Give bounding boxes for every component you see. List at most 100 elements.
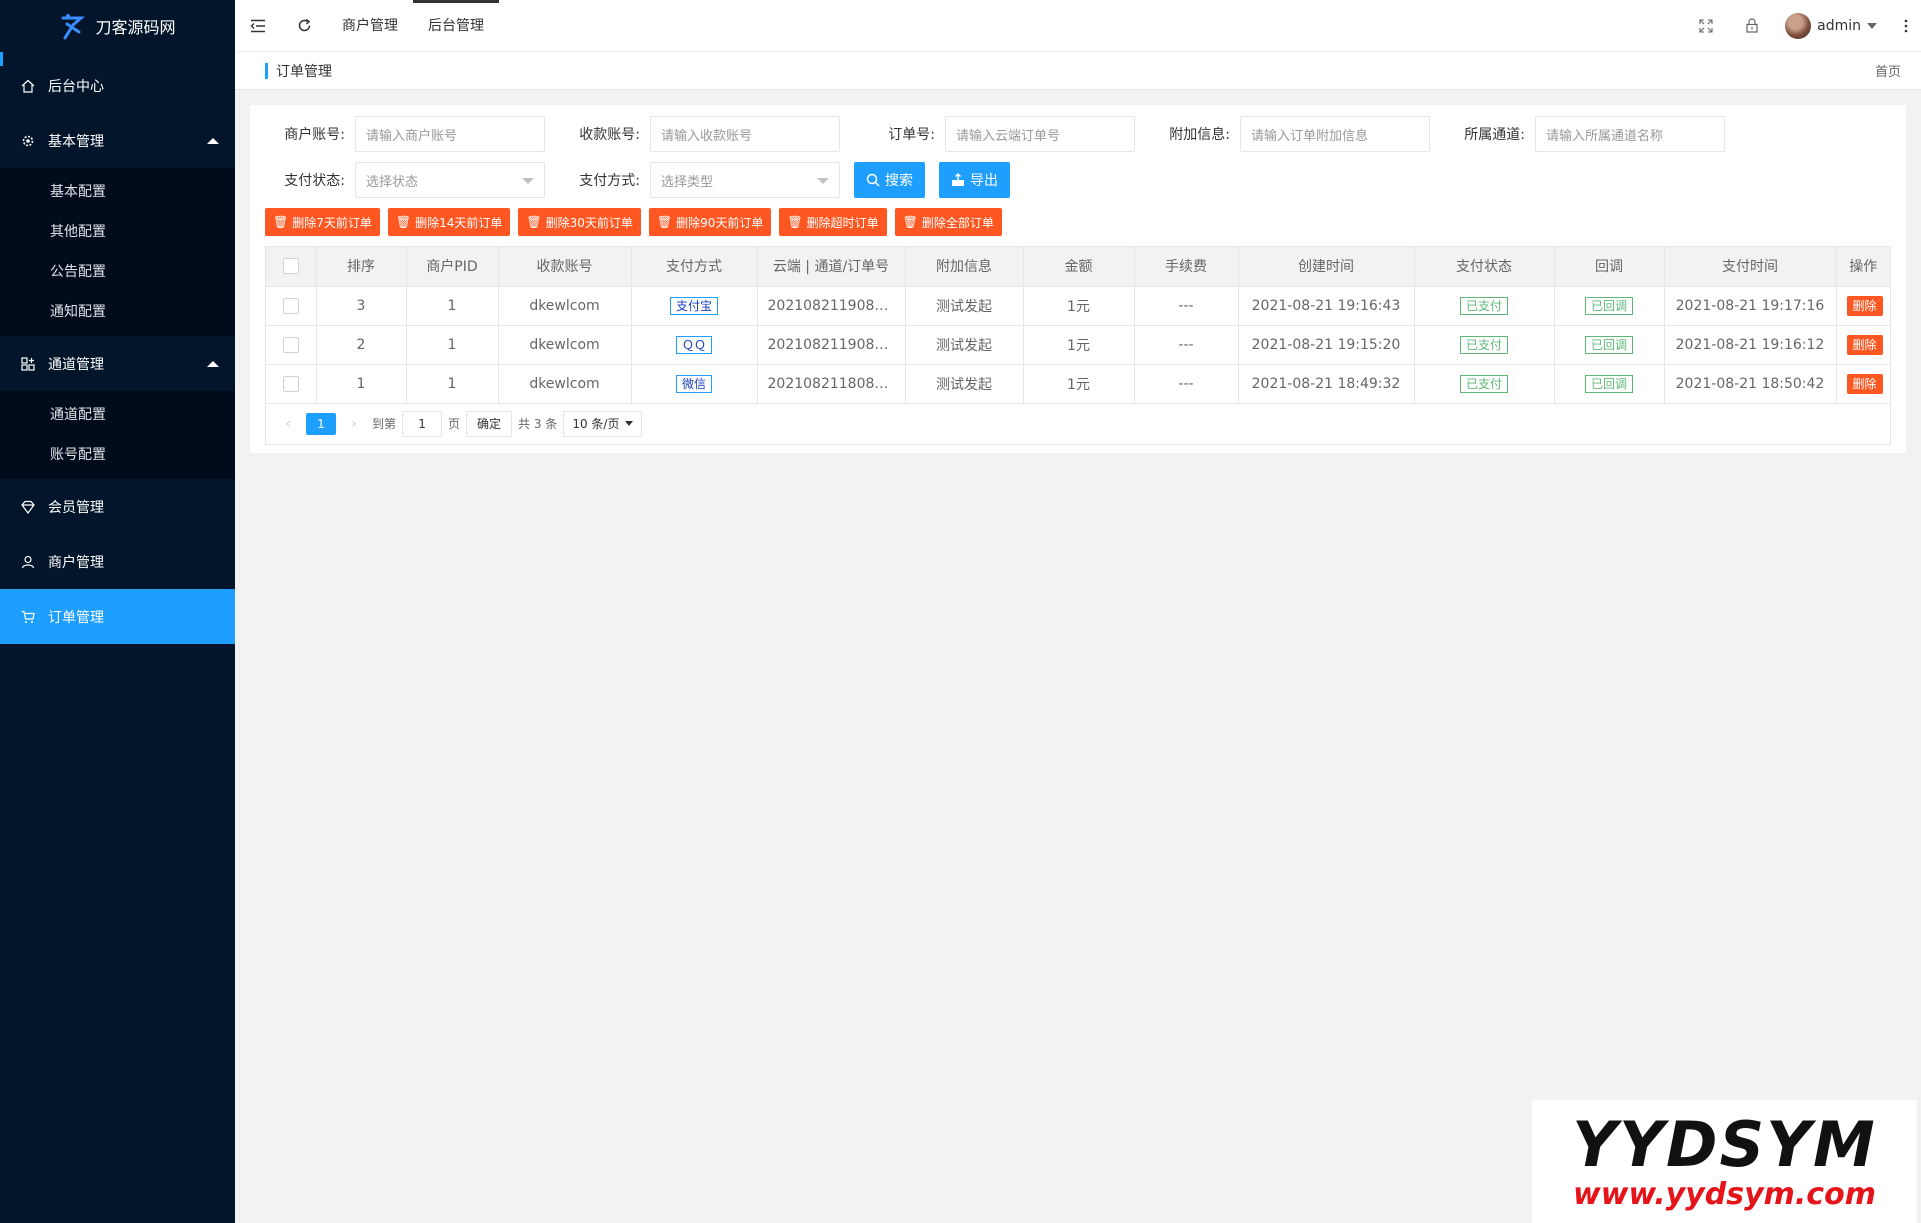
chevron-up-icon bbox=[207, 360, 219, 367]
column-header[interactable]: 商户PID bbox=[406, 247, 499, 287]
callback-badge: 已回调 bbox=[1584, 296, 1633, 315]
goto-confirm-button[interactable]: 确定 bbox=[466, 410, 513, 437]
sidebar-subitem-channel-config[interactable]: 通道配置 bbox=[0, 395, 235, 435]
prev-page-icon[interactable]: ‹ bbox=[276, 412, 300, 436]
status-badge: 已支付 bbox=[1459, 374, 1508, 393]
delete-row-button[interactable]: 删除 bbox=[1846, 295, 1883, 316]
table-row: 2 1 dkewlcom ＱＱ 2021082119082… 测试发起 1元 -… bbox=[266, 325, 1890, 365]
refresh-icon[interactable] bbox=[281, 0, 327, 52]
cell-amount: 1元 bbox=[1023, 325, 1135, 365]
sidebar-item-channel[interactable]: 通道管理 bbox=[0, 336, 235, 391]
select-all-checkbox[interactable] bbox=[282, 258, 299, 275]
column-header[interactable]: 支付时间 bbox=[1664, 247, 1837, 287]
column-header[interactable]: 回调 bbox=[1554, 247, 1665, 287]
breadcrumb-home-link[interactable]: 首页 bbox=[1875, 61, 1901, 80]
row-select-cell[interactable] bbox=[266, 286, 317, 326]
app-logo[interactable]: 刀客源码网 bbox=[0, 0, 235, 52]
pagination: ‹ 1 › 到第 1 页 确定 共 3 条 10 条/页 bbox=[266, 404, 1890, 444]
tab-merchant[interactable]: 商户管理 bbox=[327, 0, 413, 52]
more-icon[interactable] bbox=[1891, 0, 1921, 52]
cell-extra: 测试发起 bbox=[905, 325, 1024, 365]
select-all-cell[interactable] bbox=[266, 247, 317, 287]
order-no-input[interactable]: 请输入云端订单号 bbox=[945, 116, 1135, 152]
cell-account: dkewlcom bbox=[498, 286, 632, 326]
delete-30-days-button[interactable]: 🗑 删除30天前订单 bbox=[518, 208, 641, 236]
current-page[interactable]: 1 bbox=[306, 412, 336, 435]
cell-fee: --- bbox=[1134, 325, 1239, 365]
search-icon bbox=[866, 173, 880, 187]
cart-icon bbox=[20, 609, 36, 625]
delete-all-button[interactable]: 🗑 删除全部订单 bbox=[894, 208, 1002, 236]
column-header[interactable]: 排序 bbox=[316, 247, 407, 287]
pay-status-select[interactable]: 选择状态 bbox=[355, 162, 545, 198]
sidebar-item-basic[interactable]: 基本管理 bbox=[0, 113, 235, 168]
row-checkbox[interactable] bbox=[282, 375, 299, 392]
delete-14-days-button[interactable]: 🗑 删除14天前订单 bbox=[387, 208, 511, 236]
next-page-icon[interactable]: › bbox=[342, 412, 366, 436]
column-header[interactable]: 创建时间 bbox=[1238, 247, 1415, 287]
user-menu[interactable]: admin bbox=[1775, 12, 1891, 39]
sidebar-subitem-notice-config[interactable]: 公告配置 bbox=[0, 252, 235, 292]
sidebar-subitem-basic-config[interactable]: 基本配置 bbox=[0, 172, 235, 212]
row-checkbox[interactable] bbox=[282, 297, 299, 314]
total-count: 共 3 条 bbox=[518, 417, 558, 431]
column-header[interactable]: 附加信息 bbox=[905, 247, 1024, 287]
delete-button-label: 删除90天前订单 bbox=[676, 215, 764, 230]
delete-timeout-button[interactable]: 🗑 删除超时订单 bbox=[779, 208, 887, 236]
trash-icon: 🗑 bbox=[656, 215, 673, 229]
merchant-account-input[interactable]: 请输入商户账号 bbox=[355, 116, 545, 152]
cell-amount: 1元 bbox=[1023, 364, 1135, 404]
delete-90-days-button[interactable]: 🗑 删除90天前订单 bbox=[648, 208, 772, 236]
column-header[interactable]: 手续费 bbox=[1134, 247, 1239, 287]
submenu-basic: 基本配置 其他配置 公告配置 通知配置 bbox=[0, 168, 235, 336]
receive-account-input[interactable]: 请输入收款账号 bbox=[650, 116, 840, 152]
sidebar-item-orders[interactable]: 订单管理 bbox=[0, 589, 235, 644]
column-header[interactable]: 金额 bbox=[1023, 247, 1135, 287]
trash-icon: 🗑 bbox=[787, 215, 803, 229]
sidebar-item-dashboard[interactable]: 后台中心 bbox=[0, 58, 235, 113]
cell-fee: --- bbox=[1134, 364, 1239, 404]
lock-icon[interactable] bbox=[1729, 0, 1775, 52]
sidebar-subitem-account-config[interactable]: 账号配置 bbox=[0, 435, 235, 475]
cell-status: 已支付 bbox=[1414, 286, 1555, 326]
submenu-channel: 通道配置 账号配置 bbox=[0, 391, 235, 479]
column-header[interactable]: 云端 | 通道/订单号 bbox=[757, 247, 906, 287]
watermark-top-text: YYDSYM bbox=[1572, 1107, 1877, 1181]
column-header[interactable]: 收款账号 bbox=[498, 247, 632, 287]
row-select-cell[interactable] bbox=[266, 325, 317, 365]
goto-page-input[interactable]: 1 bbox=[402, 410, 443, 437]
sidebar-item-members[interactable]: 会员管理 bbox=[0, 479, 235, 534]
collapse-menu-icon[interactable] bbox=[235, 0, 281, 52]
column-header[interactable]: 支付方式 bbox=[631, 247, 758, 287]
goto-label: 到第 bbox=[372, 417, 397, 431]
delete-7-days-button[interactable]: 🗑 删除7天前订单 bbox=[265, 208, 380, 236]
cell-callback: 已回调 bbox=[1554, 364, 1665, 404]
sidebar-subitem-notify-config[interactable]: 通知配置 bbox=[0, 292, 235, 332]
search-button[interactable]: 搜索 bbox=[854, 162, 925, 198]
delete-row-button[interactable]: 删除 bbox=[1846, 334, 1883, 355]
tab-backend[interactable]: 后台管理 bbox=[413, 0, 499, 52]
pay-method-select[interactable]: 选择类型 bbox=[650, 162, 840, 198]
row-select-cell[interactable] bbox=[266, 364, 317, 404]
order-no-label: 订单号: bbox=[888, 127, 935, 143]
cell-pid: 1 bbox=[406, 325, 499, 365]
channel-label: 所属通道: bbox=[1464, 127, 1525, 143]
channel-input[interactable]: 请输入所属通道名称 bbox=[1535, 116, 1725, 152]
row-checkbox[interactable] bbox=[282, 336, 299, 353]
page-size-select[interactable]: 10 条/页 bbox=[563, 410, 643, 437]
extra-info-input[interactable]: 请输入订单附加信息 bbox=[1240, 116, 1430, 152]
order-panel: 商户账号: 请输入商户账号 收款账号: 请输入收款账号 订单号: 请输入云端订单… bbox=[250, 105, 1906, 453]
sidebar-subitem-other-config[interactable]: 其他配置 bbox=[0, 212, 235, 252]
apps-icon bbox=[20, 356, 36, 372]
cell-paid: 2021-08-21 19:16:12 bbox=[1664, 325, 1837, 365]
sidebar-item-merchants[interactable]: 商户管理 bbox=[0, 534, 235, 589]
cell-paid: 2021-08-21 18:50:42 bbox=[1664, 364, 1837, 404]
extra-info-label: 附加信息: bbox=[1169, 127, 1230, 143]
delete-row-button[interactable]: 删除 bbox=[1846, 373, 1883, 394]
receive-account-label: 收款账号: bbox=[579, 127, 640, 143]
cell-pid: 1 bbox=[406, 286, 499, 326]
fullscreen-icon[interactable] bbox=[1683, 0, 1729, 52]
column-header[interactable]: 支付状态 bbox=[1414, 247, 1555, 287]
export-button[interactable]: 导出 bbox=[939, 162, 1010, 198]
sidebar-item-label: 通道管理 bbox=[48, 356, 104, 373]
